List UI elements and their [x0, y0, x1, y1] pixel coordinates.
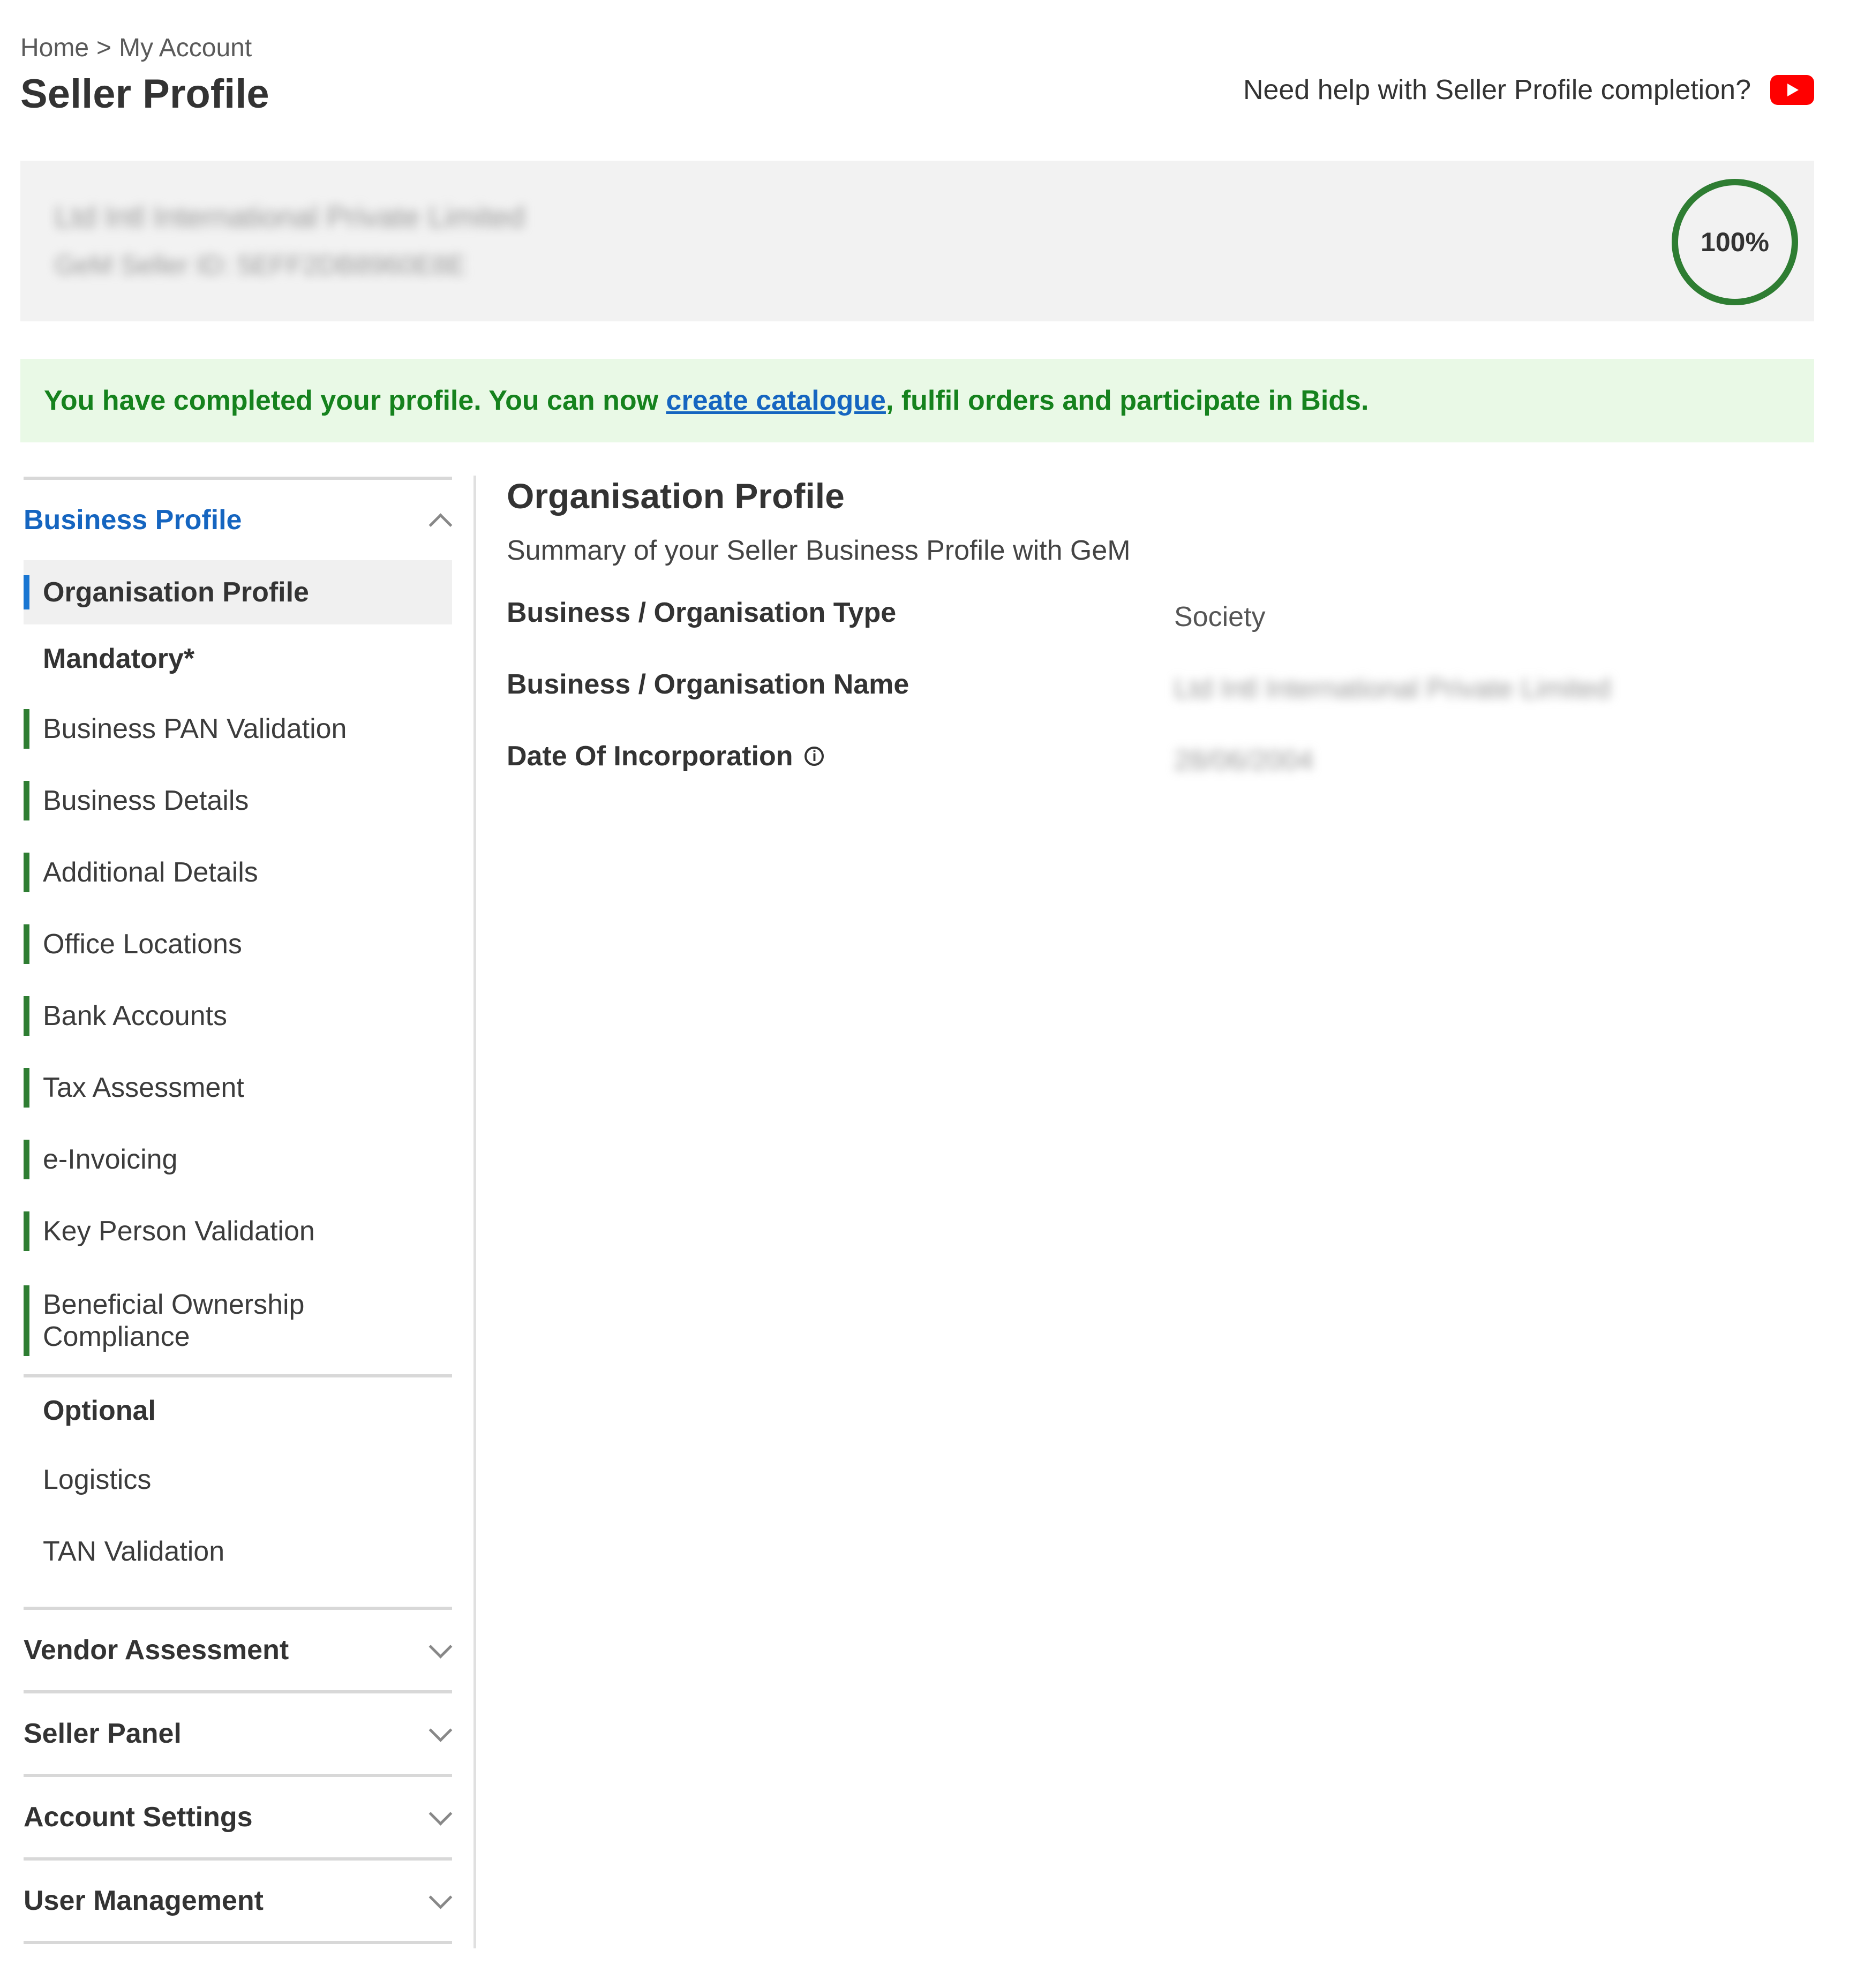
info-icon[interactable]: i	[805, 747, 824, 766]
sidebar-item-beneficial-ownership-compliance[interactable]: Beneficial Ownership Compliance	[24, 1267, 452, 1374]
field-row-organisation-type: Business / Organisation Type Society	[507, 577, 1792, 649]
chevron-down-icon[interactable]	[428, 1718, 453, 1742]
sidebar-item-label: Logistics	[43, 1464, 152, 1495]
sidebar-item-e-invoicing[interactable]: e-Invoicing	[24, 1124, 452, 1195]
section-account-settings[interactable]: Account Settings	[24, 1777, 453, 1857]
create-catalogue-link[interactable]: create catalogue	[666, 385, 886, 416]
complete-indicator	[24, 1285, 29, 1356]
content-title: Organisation Profile	[507, 476, 845, 516]
sidebar-item-label: Bank Accounts	[43, 1000, 227, 1031]
sidebar-item-label: Business Details	[43, 785, 249, 816]
mandatory-group-label: Mandatory*	[43, 643, 195, 674]
chevron-down-icon[interactable]	[428, 1885, 453, 1909]
completion-progress-ring: 100%	[1672, 179, 1798, 305]
complete-indicator	[24, 1068, 29, 1108]
field-value: Society	[1174, 601, 1266, 632]
field-label: Business / Organisation Name	[507, 669, 909, 700]
sidebar-item-tax-assessment[interactable]: Tax Assessment	[24, 1052, 452, 1124]
field-label: Date Of Incorporation	[507, 741, 793, 772]
profile-complete-banner: You have completed your profile. You can…	[20, 359, 1814, 442]
sidebar-item-business-details[interactable]: Business Details	[24, 765, 452, 837]
sidebar-item-label: Office Locations	[43, 929, 242, 960]
sidebar-item-organisation-profile[interactable]: Organisation Profile	[24, 560, 452, 624]
sidebar-item-key-person-validation[interactable]: Key Person Validation	[24, 1195, 452, 1267]
breadcrumb: Home > My Account	[20, 33, 252, 63]
sidebar-item-label: Organisation Profile	[43, 577, 309, 608]
sidebar-item-label: Business PAN Validation	[43, 713, 347, 744]
complete-indicator	[24, 709, 29, 749]
seller-id-redacted: GeM Seller ID: 5EFF2DB8960E8E	[55, 250, 465, 280]
profile-sidebar: Business Profile Organisation Profile Ma…	[24, 477, 453, 1944]
complete-indicator	[24, 924, 29, 964]
completion-percent: 100%	[1701, 227, 1769, 257]
sidebar-item-logistics[interactable]: Logistics	[24, 1444, 452, 1516]
help-text[interactable]: Need help with Seller Profile completion…	[1243, 74, 1751, 106]
section-label: Seller Panel	[24, 1718, 182, 1749]
field-label-with-info: Date Of Incorporation i	[507, 740, 824, 772]
field-value-redacted: 28/06/2004	[1174, 745, 1314, 776]
field-label: Business / Organisation Type	[507, 597, 897, 628]
youtube-play-icon[interactable]	[1770, 75, 1814, 105]
section-label: Vendor Assessment	[24, 1635, 289, 1666]
sidebar-item-label: Beneficial Ownership Compliance	[43, 1289, 305, 1352]
sidebar-item-label: e-Invoicing	[43, 1144, 178, 1175]
field-value-redacted: Ltd Intl International Private Limited	[1174, 673, 1611, 704]
breadcrumb-current[interactable]: My Account	[119, 34, 252, 62]
chevron-down-icon[interactable]	[428, 1635, 453, 1659]
complete-indicator	[24, 781, 29, 820]
help-link[interactable]: Need help with Seller Profile completion…	[1243, 74, 1814, 106]
seller-profile-page: Home > My Account Seller Profile Need help…	[0, 0, 1857, 1988]
complete-indicator	[24, 996, 29, 1036]
section-label: User Management	[24, 1885, 264, 1916]
sidebar-item-tan-validation[interactable]: TAN Validation	[24, 1516, 452, 1587]
field-row-organisation-name: Business / Organisation Name Ltd Intl In…	[507, 649, 1792, 721]
profile-summary-card: Ltd Intl International Private Limited G…	[20, 161, 1814, 321]
organisation-profile-panel: Organisation Profile Summary of your Sel…	[507, 471, 1792, 793]
sidebar-item-office-locations[interactable]: Office Locations	[24, 908, 452, 980]
section-vendor-assessment[interactable]: Vendor Assessment	[24, 1610, 453, 1690]
chevron-down-icon[interactable]	[428, 1802, 453, 1826]
field-row-date-of-incorporation: Date Of Incorporation i 28/06/2004	[507, 721, 1792, 793]
section-business-profile-label: Business Profile	[24, 504, 242, 536]
breadcrumb-separator: >	[96, 34, 112, 62]
sidebar-item-label: TAN Validation	[43, 1536, 225, 1567]
content-divider	[473, 476, 476, 1948]
content-subtitle: Summary of your Seller Business Profile …	[507, 535, 1131, 566]
sidebar-item-label: Key Person Validation	[43, 1216, 315, 1247]
sidebar-item-bank-accounts[interactable]: Bank Accounts	[24, 980, 452, 1052]
section-seller-panel[interactable]: Seller Panel	[24, 1693, 453, 1774]
complete-indicator	[24, 853, 29, 892]
sidebar-item-additional-details[interactable]: Additional Details	[24, 837, 452, 908]
banner-text-after: , fulfil orders and participate in Bids.	[885, 385, 1369, 416]
banner-text-before: You have completed your profile. You can…	[44, 385, 666, 416]
page-title: Seller Profile	[20, 71, 269, 117]
active-indicator	[24, 575, 29, 609]
section-label: Account Settings	[24, 1802, 253, 1833]
complete-indicator	[24, 1140, 29, 1179]
sidebar-divider	[24, 1941, 452, 1944]
chevron-up-icon[interactable]	[428, 513, 453, 537]
sidebar-item-business-pan-validation[interactable]: Business PAN Validation	[24, 693, 452, 765]
complete-indicator	[24, 1211, 29, 1251]
optional-group-label: Optional	[43, 1395, 156, 1426]
sidebar-item-label: Tax Assessment	[43, 1072, 244, 1103]
breadcrumb-home[interactable]: Home	[20, 34, 89, 62]
company-name-redacted: Ltd Intl International Private Limited	[55, 200, 525, 234]
section-business-profile[interactable]: Business Profile	[24, 480, 453, 560]
sidebar-item-label: Additional Details	[43, 857, 258, 888]
section-user-management[interactable]: User Management	[24, 1861, 453, 1941]
